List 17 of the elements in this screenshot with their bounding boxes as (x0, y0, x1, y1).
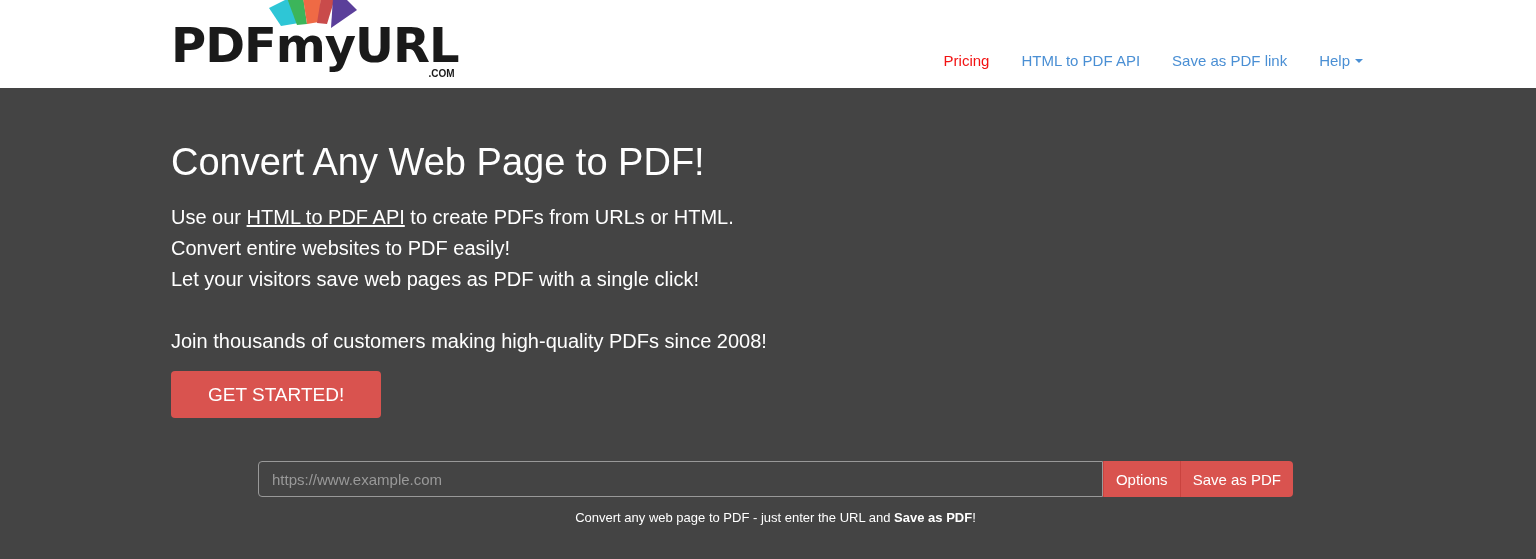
logo-fan-icon (269, 0, 359, 28)
api-link[interactable]: HTML to PDF API (246, 206, 405, 228)
caption-text: Convert any web page to PDF - just enter the URL and Save as PDF! (574, 510, 977, 525)
intro-text: Let your visitors save web pages as PDF with a single click! (171, 267, 700, 292)
options-button[interactable]: Options (1102, 461, 1180, 497)
get-started-button[interactable]: GET STARTED! (171, 371, 382, 418)
caret-icon (1355, 58, 1363, 63)
hero-title: Convert Any Web Page to PDF! (171, 140, 706, 184)
nav-link[interactable]: Save as PDF link (1172, 52, 1288, 69)
url-field[interactable]: https://www.example.com (258, 461, 1103, 497)
nav-link[interactable]: Help (1319, 52, 1363, 69)
save-button[interactable]: Save as PDF (1179, 461, 1293, 497)
tagline-text: Join thousands of customers making high-quality PDFs since 2008! (171, 329, 768, 354)
intro-text: Convert entire websites to PDF easily! (171, 236, 512, 261)
nav-link[interactable]: Pricing (943, 52, 990, 69)
nav-link[interactable]: HTML to PDF API (1021, 52, 1141, 69)
intro-text: Use our HTML to PDF API to create PDFs from URLs or HTML. (171, 205, 735, 230)
